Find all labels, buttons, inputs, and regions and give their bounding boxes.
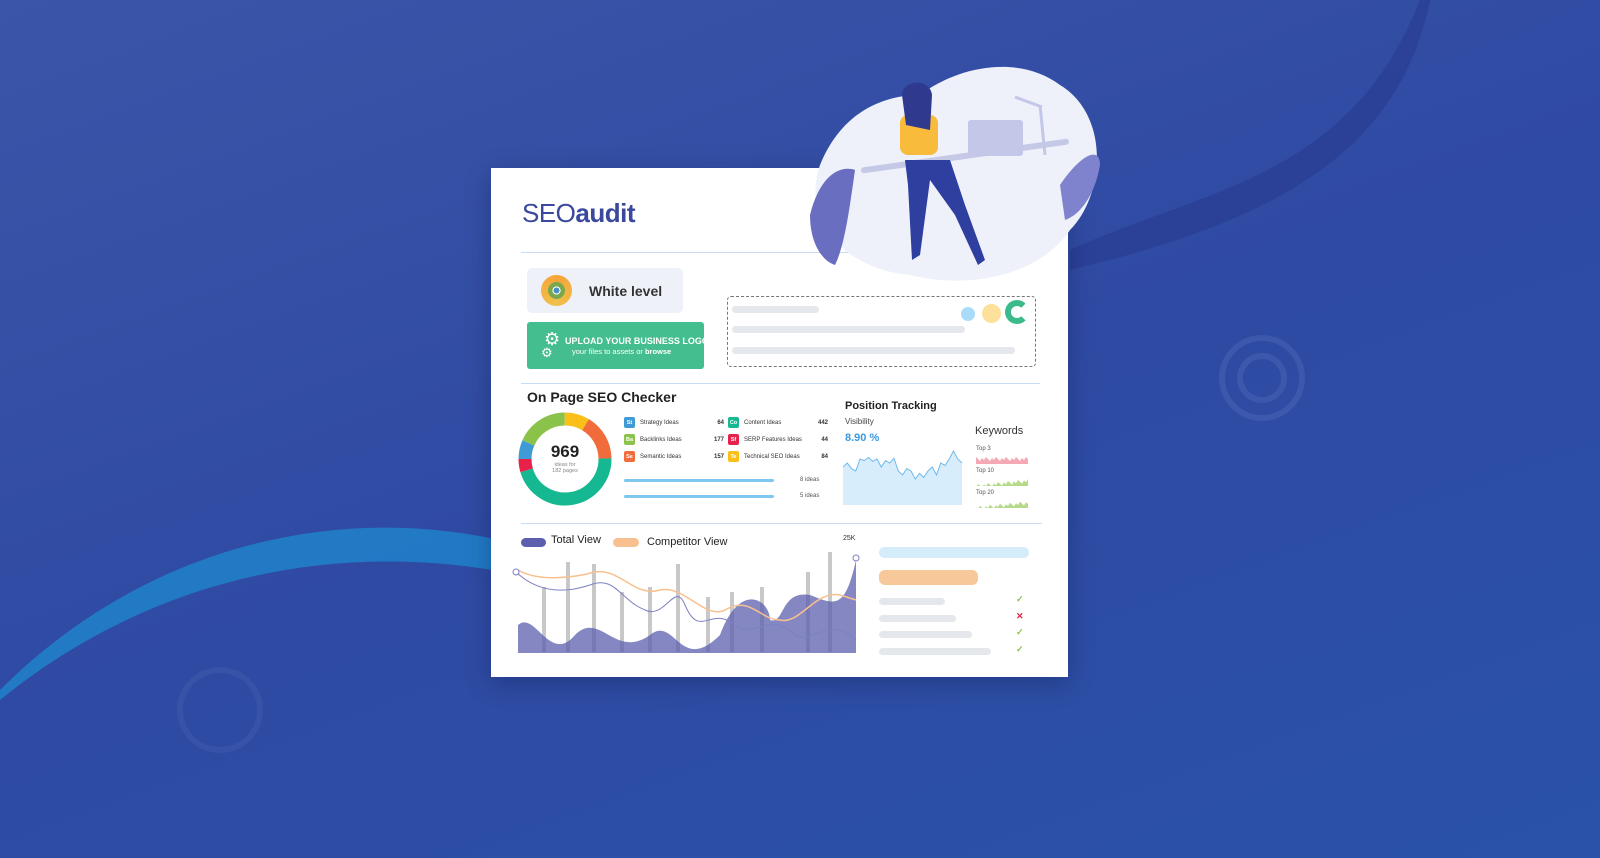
divider bbox=[521, 383, 1040, 384]
level-ring-icon bbox=[541, 275, 572, 306]
placeholder-panel bbox=[727, 296, 1036, 367]
progress-label: 5 ideas bbox=[800, 493, 820, 499]
legend-label: Technical SEO Ideas bbox=[744, 453, 800, 460]
seoaudit-logo: SEOaudit bbox=[522, 198, 636, 228]
legend-value: 44 bbox=[821, 436, 828, 443]
legend-item: Sf SERP Features Ideas 44 bbox=[728, 434, 828, 445]
cross-icon: ✕ bbox=[1016, 610, 1024, 621]
keyword-sparkline bbox=[976, 457, 1028, 464]
caption: 182 pages bbox=[552, 468, 578, 474]
legend-item: Co Content Ideas 442 bbox=[728, 417, 828, 428]
legend-item: Te Technical SEO Ideas 84 bbox=[728, 451, 828, 462]
keyword-area bbox=[976, 479, 1028, 486]
placeholder-line bbox=[732, 347, 1015, 354]
legend-badge: Ba bbox=[624, 434, 635, 445]
check-icon: ✓ bbox=[1016, 627, 1024, 637]
level-badge: White level bbox=[527, 268, 683, 313]
gear-icon: ⚙ bbox=[541, 345, 553, 360]
legend-competitor-view: Competitor View bbox=[647, 536, 728, 548]
placeholder-line bbox=[732, 306, 819, 313]
donut-slice bbox=[518, 440, 535, 460]
line-endpoint bbox=[852, 554, 860, 562]
progress-bar bbox=[624, 479, 774, 482]
checklist-bar bbox=[879, 598, 945, 605]
legend-swatch-competitor bbox=[613, 538, 639, 547]
progress-bar bbox=[624, 495, 774, 498]
checklist-bar bbox=[879, 631, 972, 638]
legend-badge: Se bbox=[624, 451, 635, 462]
legend-item: St Strategy Ideas 64 bbox=[624, 417, 724, 428]
total-ideas: 969 bbox=[550, 442, 580, 461]
donut-slice bbox=[518, 458, 533, 473]
keyword-row-label: Top 20 bbox=[976, 490, 995, 496]
checklist-bar bbox=[879, 647, 991, 655]
position-tracking-title: Position Tracking bbox=[845, 400, 937, 412]
legend-value: 177 bbox=[713, 436, 724, 443]
keyword-sparkline bbox=[976, 479, 1028, 486]
dot-yellow bbox=[982, 304, 1001, 323]
legend-label: Content Ideas bbox=[744, 419, 782, 426]
progress-label: 8 ideas bbox=[800, 477, 820, 483]
dot-blue bbox=[961, 307, 975, 321]
visibility-sparkline bbox=[843, 449, 963, 505]
upload-logo-button[interactable]: ⚙ ⚙ UPLOAD YOUR BUSINESS LOGO your files… bbox=[527, 322, 709, 369]
keyword-row-label: Top 10 bbox=[976, 468, 995, 474]
upload-subtitle: your files to assets or browse bbox=[572, 347, 672, 356]
keyword-area bbox=[976, 501, 1028, 508]
check-icon: ✓ bbox=[1016, 643, 1024, 654]
legend-swatch-total bbox=[521, 538, 546, 547]
placeholder-bar bbox=[879, 570, 978, 585]
traffic-chart bbox=[512, 552, 860, 653]
placeholder-line bbox=[732, 326, 965, 333]
chart-bar bbox=[676, 564, 680, 652]
seo-checker-title: On Page SEO Checker bbox=[527, 389, 677, 405]
browse-link[interactable]: browse bbox=[645, 347, 671, 356]
keyword-sparkline bbox=[976, 501, 1028, 508]
donut-center: 969 ideas for 182 pages bbox=[535, 442, 595, 474]
legend-label: Backlinks Ideas bbox=[640, 436, 682, 443]
legend-item: Ba Backlinks Ideas 177 bbox=[624, 434, 724, 445]
visibility-label: Visibility bbox=[845, 417, 874, 426]
legend-value: 442 bbox=[817, 419, 828, 426]
donut-slice bbox=[564, 412, 589, 431]
legend-badge: Sf bbox=[728, 434, 739, 445]
chart-bar bbox=[706, 597, 710, 652]
legend-badge: Te bbox=[728, 451, 739, 462]
progress-ring-icon bbox=[1005, 300, 1029, 324]
legend-badge: St bbox=[624, 417, 635, 428]
legend-label: SERP Features Ideas bbox=[744, 436, 802, 443]
legend-value: 157 bbox=[713, 453, 724, 460]
legend-total-view: Total View bbox=[551, 534, 601, 546]
legend-value: 84 bbox=[821, 453, 828, 460]
line-endpoint bbox=[512, 568, 520, 576]
checklist-bar bbox=[879, 614, 956, 622]
legend-value: 64 bbox=[717, 419, 724, 426]
max-label: 25K bbox=[843, 535, 856, 542]
legend-badge: Co bbox=[728, 417, 739, 428]
legend-label: Strategy Ideas bbox=[640, 419, 679, 426]
divider bbox=[521, 523, 1042, 524]
keyword-area bbox=[976, 457, 1028, 464]
upload-title: UPLOAD YOUR BUSINESS LOGO bbox=[565, 336, 709, 346]
keywords-title: Keywords bbox=[975, 425, 1024, 437]
placeholder-bar bbox=[879, 547, 1029, 558]
check-icon: ✓ bbox=[1016, 594, 1024, 604]
keyword-row-label: Top 3 bbox=[976, 446, 991, 452]
legend-item: Se Semantic Ideas 157 bbox=[624, 451, 724, 462]
chart-bar bbox=[566, 562, 570, 652]
donut-slice bbox=[522, 412, 566, 446]
woman-at-desk-illustration bbox=[810, 66, 1100, 281]
level-label: White level bbox=[589, 283, 663, 299]
legend-label: Semantic Ideas bbox=[640, 453, 682, 460]
